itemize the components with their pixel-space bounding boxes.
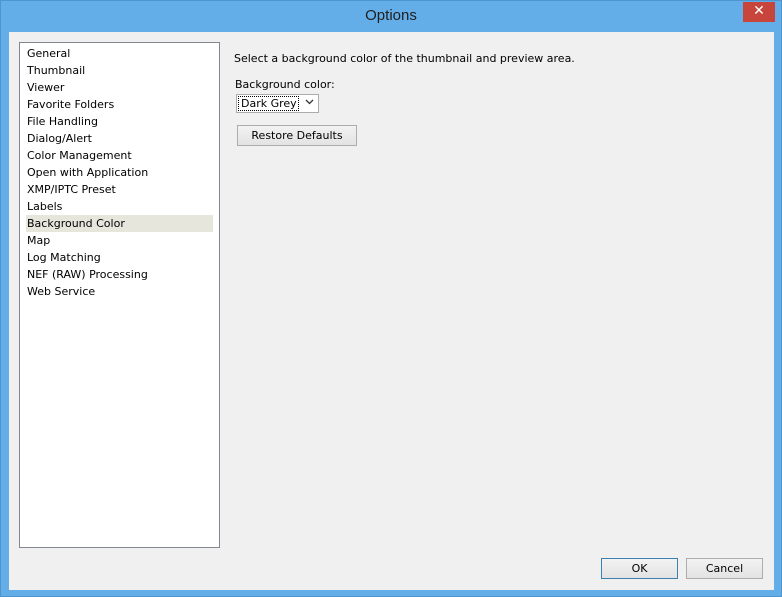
nav-item-labels[interactable]: Labels — [26, 198, 213, 215]
nav-item-color-management[interactable]: Color Management — [26, 147, 213, 164]
nav-item-favorite-folders[interactable]: Favorite Folders — [26, 96, 213, 113]
background-color-select[interactable]: Dark Grey — [236, 94, 319, 113]
nav-item-log-matching[interactable]: Log Matching — [26, 249, 213, 266]
window-title: Options — [365, 7, 417, 24]
nav-item-nef-raw-processing[interactable]: NEF (RAW) Processing — [26, 266, 213, 283]
nav-item-background-color[interactable]: Background Color — [26, 215, 213, 232]
nav-item-thumbnail[interactable]: Thumbnail — [26, 62, 213, 79]
nav-item-viewer[interactable]: Viewer — [26, 79, 213, 96]
nav-item-map[interactable]: Map — [26, 232, 213, 249]
panel-description: Select a background color of the thumbna… — [234, 52, 575, 65]
background-color-label: Background color: — [235, 78, 335, 91]
ok-button[interactable]: OK — [601, 558, 678, 579]
close-icon: ✕ — [753, 3, 765, 19]
nav-item-web-service[interactable]: Web Service — [26, 283, 213, 300]
title-bar[interactable]: Options ✕ — [1, 1, 781, 32]
nav-item-file-handling[interactable]: File Handling — [26, 113, 213, 130]
nav-item-general[interactable]: General — [26, 45, 213, 62]
nav-item-dialog-alert[interactable]: Dialog/Alert — [26, 130, 213, 147]
options-window: Options ✕ General Thumbnail Viewer Favor… — [0, 0, 782, 597]
close-button[interactable]: ✕ — [743, 2, 775, 22]
cancel-button[interactable]: Cancel — [686, 558, 763, 579]
restore-defaults-button[interactable]: Restore Defaults — [237, 125, 357, 146]
settings-panel: Select a background color of the thumbna… — [234, 52, 754, 146]
nav-item-open-with-application[interactable]: Open with Application — [26, 164, 213, 181]
dialog-body: General Thumbnail Viewer Favorite Folder… — [9, 32, 774, 590]
category-list[interactable]: General Thumbnail Viewer Favorite Folder… — [19, 42, 220, 548]
background-color-value: Dark Grey — [238, 96, 299, 111]
chevron-down-icon — [305, 97, 314, 109]
nav-item-xmp-iptc-preset[interactable]: XMP/IPTC Preset — [26, 181, 213, 198]
